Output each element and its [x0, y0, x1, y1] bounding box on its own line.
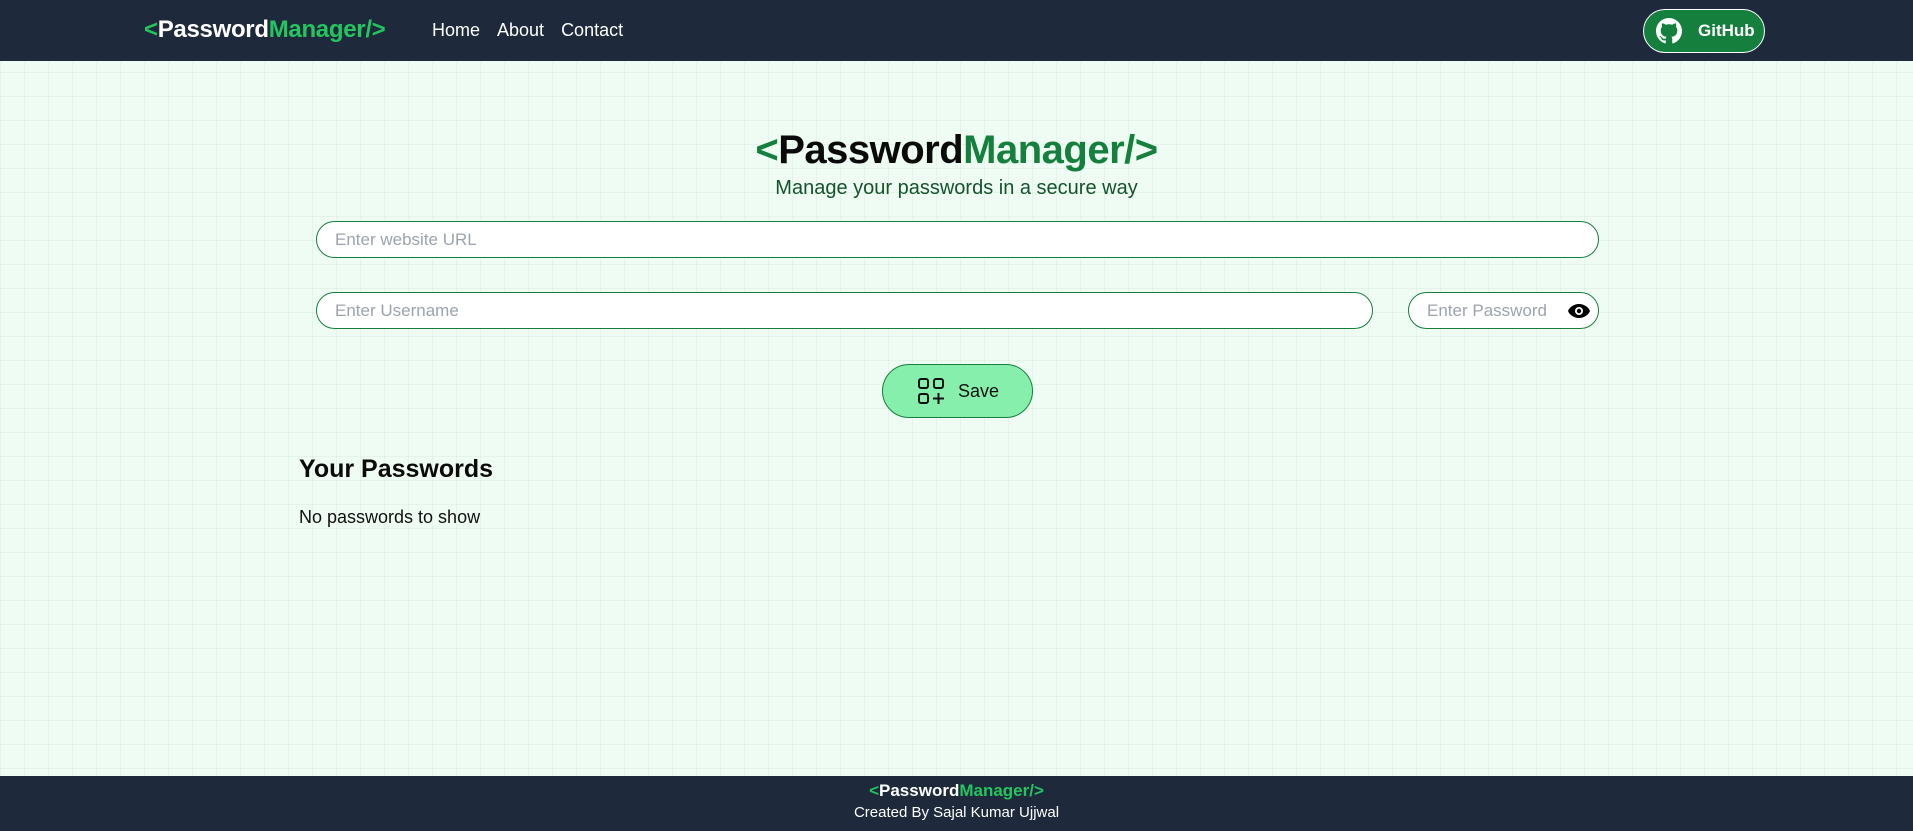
footer: <PasswordManager/> Created By Sajal Kuma…: [0, 776, 1913, 831]
footer-logo: <PasswordManager/>: [0, 781, 1913, 801]
footer-logo-open-bracket: <: [869, 781, 880, 800]
footer-credit: Created By Sajal Kumar Ujjwal: [853, 804, 1060, 821]
nav-link-about[interactable]: About: [497, 20, 544, 41]
add-grid-icon: [917, 378, 944, 404]
nav-links: Home About Contact: [432, 20, 623, 41]
logo-open-bracket: <: [144, 16, 158, 43]
save-button[interactable]: Save: [882, 364, 1033, 418]
empty-state-text: No passwords to show: [299, 507, 481, 527]
nav-logo[interactable]: <PasswordManager/>: [144, 16, 386, 44]
title-close-bracket: />: [1124, 128, 1158, 172]
page-subtitle: Manage your passwords in a secure way: [775, 177, 1138, 199]
password-field-wrapper: [1408, 292, 1599, 329]
username-input[interactable]: [316, 292, 1373, 329]
footer-logo-close-bracket: />: [1029, 781, 1044, 800]
title-word-manager: Manager: [963, 128, 1125, 172]
navbar: <PasswordManager/> Home About Contact Gi…: [0, 0, 1913, 61]
website-url-input[interactable]: [316, 221, 1599, 258]
passwords-heading: Your Passwords: [299, 455, 494, 483]
github-button[interactable]: GitHub: [1643, 9, 1765, 53]
title-word-password: Password: [778, 128, 964, 172]
footer-logo-word-password: Password: [879, 781, 960, 800]
logo-close-bracket: />: [365, 16, 386, 43]
page-title: <PasswordManager/>: [0, 128, 1913, 173]
save-label: Save: [957, 380, 1000, 401]
github-icon: [1656, 18, 1682, 44]
logo-word-manager: Manager: [268, 16, 366, 43]
github-label: GitHub: [1698, 21, 1755, 40]
footer-logo-word-manager: Manager: [959, 781, 1030, 800]
eye-icon[interactable]: [1567, 299, 1591, 323]
nav-link-contact[interactable]: Contact: [561, 20, 623, 41]
logo-word-password: Password: [157, 16, 269, 43]
title-open-bracket: <: [755, 128, 779, 172]
nav-link-home[interactable]: Home: [432, 20, 480, 41]
